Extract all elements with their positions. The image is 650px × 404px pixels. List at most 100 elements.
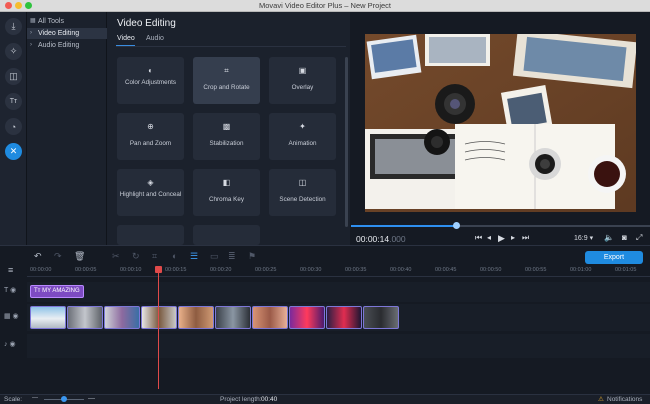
scene-detection-icon: ◫ (298, 178, 307, 187)
clip-properties-icon[interactable]: ☰ (190, 251, 198, 262)
playhead-line (158, 270, 159, 389)
cut-icon[interactable]: ✂ (112, 251, 120, 262)
warning-icon: ⚠ (598, 396, 604, 403)
window-title: Movavi Video Editor Plus – New Project (258, 1, 391, 10)
tool-rail: ⤓ ✧ ◫ Tт ◔ ✕ (0, 12, 27, 245)
video-clip[interactable] (215, 306, 251, 329)
tool-stabilization[interactable]: ▩ Stabilization (193, 113, 260, 160)
grid-icon: ▦ (30, 18, 36, 24)
go-start-icon[interactable]: ⏮ (475, 233, 482, 243)
status-bar: Scale: — — Project length: 00:40 ⚠ Notif… (0, 394, 650, 404)
video-preview (365, 34, 636, 212)
step-back-icon[interactable]: ◂ (487, 233, 491, 242)
title-track-icon: T ◉ (4, 287, 17, 294)
color-adjustments-icon: ◐ (148, 66, 153, 75)
aspect-ratio-select[interactable]: 16:9 ▾ (574, 234, 593, 242)
category-panel: ▦ All Tools › Video Editing › Audio Editing (27, 12, 107, 245)
audio-track[interactable] (27, 334, 650, 358)
marker-icon[interactable]: ⚑ (248, 251, 256, 262)
volume-icon[interactable]: 🔈 (604, 233, 614, 242)
scale-label: Scale: (4, 396, 23, 403)
panel-scrollbar[interactable] (345, 57, 348, 227)
zoom-in-icon[interactable]: — (88, 395, 95, 402)
tab-divider (116, 46, 346, 47)
preview-frame-image (365, 34, 636, 212)
video-clip[interactable] (104, 306, 140, 329)
go-end-icon[interactable]: ⏭ (522, 233, 529, 243)
tool-card-partial[interactable] (193, 225, 260, 245)
category-video-editing[interactable]: › Video Editing (27, 28, 107, 39)
app-window: Movavi Video Editor Plus – New Project ⤓… (0, 0, 650, 404)
crop-icon[interactable]: ⌗ (152, 251, 157, 262)
playhead-handle[interactable] (155, 266, 162, 273)
audio-icon[interactable]: ≣ (228, 251, 236, 262)
tab-video[interactable]: Video (117, 35, 135, 42)
chroma-key-icon: ◧ (222, 178, 231, 187)
video-clip[interactable] (67, 306, 103, 329)
tool-animation[interactable]: ✦ Animation (269, 113, 336, 160)
tab-audio[interactable]: Audio (146, 35, 164, 42)
video-clip[interactable] (30, 306, 66, 329)
title-clip[interactable]: Tт MY AMAZING (30, 285, 84, 298)
project-length-value: 00:40 (261, 396, 278, 403)
animation-icon: ✦ (299, 122, 306, 131)
video-clip[interactable] (289, 306, 325, 329)
import-icon[interactable]: ⤓ (5, 18, 22, 35)
snapshot-icon[interactable]: ◙ (622, 233, 627, 242)
highlight-conceal-icon: ◈ (147, 178, 154, 187)
transitions-icon[interactable]: ◫ (5, 68, 22, 85)
tool-chroma-key[interactable]: ◧ Chroma Key (193, 169, 260, 216)
undo-icon[interactable]: ↶ (34, 251, 42, 262)
redo-icon[interactable]: ↷ (54, 251, 62, 262)
timeline: ↶ ↷ 🗑 ✂ ↻ ⌗ ◐ ☰ ▭ ≣ ⚑ Export ≡ 00:00:00 … (0, 245, 650, 394)
add-track-icon[interactable]: ≡ (8, 265, 13, 275)
scale-slider-knob[interactable] (61, 396, 67, 402)
chevron-right-icon: › (30, 30, 32, 36)
export-button[interactable]: Export (585, 251, 643, 264)
tool-highlight-conceal[interactable]: ◈ Highlight and Conceal (117, 169, 184, 216)
playback-scrubber[interactable] (452, 222, 460, 229)
tool-card-partial[interactable] (117, 225, 184, 245)
tool-pan-zoom[interactable]: ⊕ Pan and Zoom (117, 113, 184, 160)
stabilization-icon: ▩ (222, 122, 231, 131)
category-all-tools[interactable]: ▦ All Tools (27, 16, 107, 27)
notifications-link[interactable]: Notifications (607, 396, 642, 403)
tool-overlay[interactable]: ▣ Overlay (269, 57, 336, 104)
title-track[interactable] (27, 282, 650, 302)
video-clip[interactable] (363, 306, 399, 329)
fullscreen-icon[interactable]: ⤢ (636, 233, 642, 243)
more-tools-icon[interactable]: ✕ (5, 143, 22, 160)
video-track-icon: ▦ ◉ (4, 313, 19, 320)
tool-scene-detection[interactable]: ◫ Scene Detection (269, 169, 336, 216)
time-ruler[interactable]: 00:00:00 00:00:05 00:00:10 00:00:15 00:0… (27, 265, 650, 277)
step-forward-icon[interactable]: ▸ (511, 233, 515, 242)
color-icon[interactable]: ◐ (172, 251, 177, 261)
chevron-right-icon: › (30, 42, 32, 48)
insert-icon[interactable]: ▭ (210, 251, 219, 262)
title-bar: Movavi Video Editor Plus – New Project (0, 0, 650, 12)
rotate-icon[interactable]: ↻ (132, 251, 140, 262)
timecode: 00:00:14.000 (356, 234, 406, 244)
overlay-icon: ▣ (298, 66, 307, 75)
video-clip[interactable] (326, 306, 362, 329)
play-icon[interactable]: ▶ (498, 233, 505, 244)
audio-track-icon: ♪ ◉ (4, 341, 16, 348)
pan-zoom-icon: ⊕ (147, 122, 154, 131)
video-clip[interactable] (178, 306, 214, 329)
tool-color-adjustments[interactable]: ◐ Color Adjustments (117, 57, 184, 104)
stickers-icon[interactable]: ◔ (5, 118, 22, 135)
video-clip[interactable] (141, 306, 177, 329)
zoom-out-icon[interactable]: — (32, 395, 38, 401)
project-length-label: Project length: (220, 396, 262, 403)
tool-crop-rotate[interactable]: ⌗ Crop and Rotate (193, 57, 260, 104)
delete-icon[interactable]: 🗑 (74, 251, 85, 262)
tools-panel: Video Editing Video Audio ◐ Color Adjustm… (107, 12, 350, 245)
preview-panel: 00:00:14.000 ⏮ ◂ ▶ ▸ ⏭ 16:9 ▾ 🔈 ◙ ⤢ (350, 12, 650, 245)
playback-progress (351, 225, 456, 227)
video-clip[interactable] (252, 306, 288, 329)
titles-icon[interactable]: Tт (5, 93, 22, 110)
category-audio-editing[interactable]: › Audio Editing (27, 40, 107, 51)
active-tab-indicator (116, 45, 135, 46)
panel-title: Video Editing (117, 18, 176, 29)
filters-icon[interactable]: ✧ (5, 43, 22, 60)
